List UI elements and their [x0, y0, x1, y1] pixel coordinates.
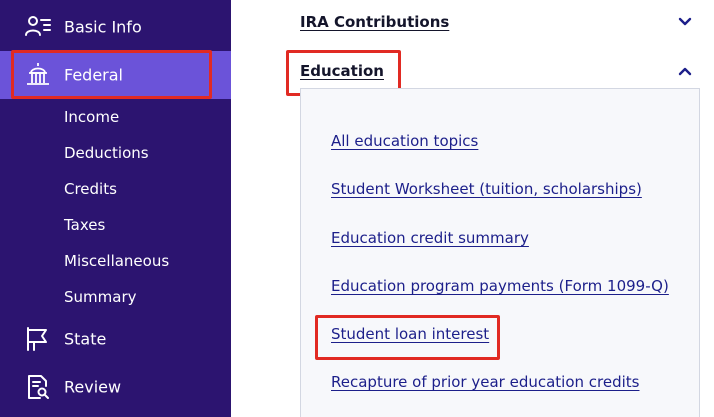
section-ira-contributions[interactable]: IRA Contributions [300, 13, 449, 31]
link-all-education-topics[interactable]: All education topics [331, 132, 478, 150]
flag-icon [24, 325, 52, 353]
sidebar: Basic Info Federal Income Deductions Cre… [0, 0, 231, 417]
section-education[interactable]: Education [300, 62, 384, 80]
link-recapture-prior-year-credits[interactable]: Recapture of prior year education credit… [331, 373, 639, 391]
link-education-credit-summary[interactable]: Education credit summary [331, 229, 529, 247]
link-student-worksheet[interactable]: Student Worksheet (tuition, scholarships… [331, 180, 642, 198]
sidebar-subitem-income[interactable]: Income [64, 108, 119, 126]
sidebar-subitem-deductions[interactable]: Deductions [64, 144, 149, 162]
sidebar-subitem-taxes[interactable]: Taxes [64, 216, 105, 234]
sidebar-item-federal[interactable]: Federal [0, 51, 231, 99]
chevron-up-icon[interactable] [677, 62, 693, 76]
link-student-loan-interest[interactable]: Student loan interest [331, 325, 489, 343]
link-education-program-payments[interactable]: Education program payments (Form 1099-Q) [331, 277, 669, 295]
sidebar-item-label: Federal [64, 65, 123, 85]
sidebar-subitem-miscellaneous[interactable]: Miscellaneous [64, 252, 169, 270]
sidebar-item-label: State [64, 329, 107, 349]
sidebar-item-label: Basic Info [64, 17, 142, 37]
sidebar-item-state[interactable]: State [0, 315, 231, 363]
document-search-icon [24, 373, 52, 401]
sidebar-item-basic-info[interactable]: Basic Info [0, 3, 231, 51]
chevron-down-icon[interactable] [677, 13, 693, 26]
capitol-building-icon [24, 61, 52, 89]
sidebar-item-review[interactable]: Review [0, 363, 231, 411]
sidebar-subitem-credits[interactable]: Credits [64, 180, 117, 198]
sidebar-item-label: Review [64, 377, 122, 397]
person-list-icon [24, 13, 52, 41]
sidebar-subitem-summary[interactable]: Summary [64, 288, 137, 306]
